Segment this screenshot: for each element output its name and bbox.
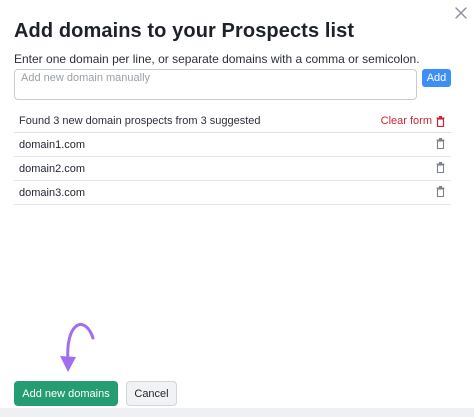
domain-input-box[interactable]	[14, 69, 417, 100]
clear-form-button[interactable]: Clear form	[381, 115, 445, 127]
close-button[interactable]	[448, 0, 474, 26]
curved-arrow-icon	[60, 323, 95, 372]
close-icon	[455, 7, 467, 19]
trash-icon	[436, 115, 445, 127]
clear-form-label: Clear form	[380, 115, 432, 127]
domain-label: domain2.com	[19, 163, 86, 175]
dialog-title: Add domains to your Prospects list	[14, 20, 355, 42]
domain-label: domain3.com	[19, 187, 86, 199]
instructions-text: Enter one domain per line, or separate d…	[14, 52, 420, 66]
list-item: domain2.com	[14, 157, 451, 181]
domain-input[interactable]	[21, 72, 413, 98]
add-domains-dialog: Add domains to your Prospects list Enter…	[0, 0, 474, 417]
cancel-button[interactable]: Cancel	[126, 381, 177, 406]
list-item: domain3.com	[14, 181, 451, 205]
trash-icon[interactable]	[436, 138, 445, 149]
domain-label: domain1.com	[19, 139, 86, 151]
add-new-domains-button[interactable]: Add new domains	[14, 381, 118, 406]
domain-list: domain1.com domain2.com domain3.com	[14, 133, 451, 205]
list-item: domain1.com	[14, 133, 451, 157]
trash-icon[interactable]	[436, 186, 445, 197]
add-button[interactable]: Add	[422, 69, 451, 87]
summary-bar: Found 3 new domain prospects from 3 sugg…	[14, 110, 451, 133]
trash-icon[interactable]	[436, 162, 445, 173]
dialog-bottom-edge	[0, 408, 474, 417]
summary-text: Found 3 new domain prospects from 3 sugg…	[19, 115, 261, 127]
